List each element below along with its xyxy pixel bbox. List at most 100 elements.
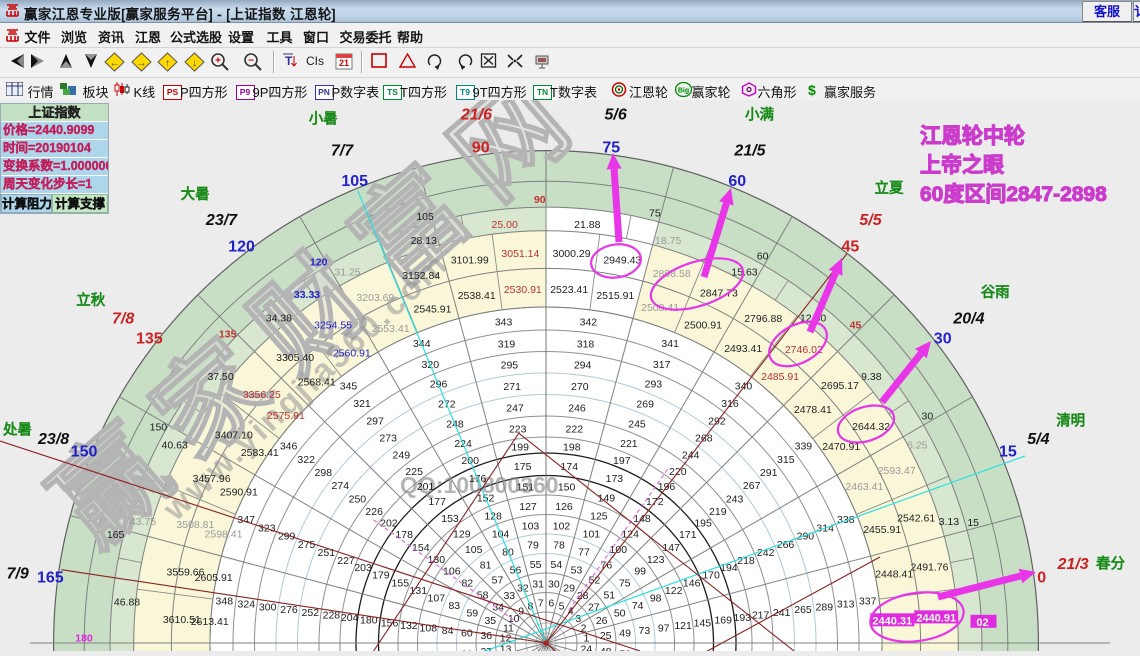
- svg-text:251: 251: [318, 547, 336, 559]
- svg-text:339: 339: [795, 441, 813, 453]
- svg-text:145: 145: [694, 617, 712, 629]
- svg-text:135: 135: [136, 331, 163, 348]
- svg-text:2605.91: 2605.91: [195, 572, 233, 584]
- svg-text:←: ←: [110, 58, 120, 69]
- svg-text:242: 242: [757, 547, 775, 559]
- svg-text:53: 53: [571, 564, 583, 576]
- svg-text:2448.41: 2448.41: [875, 569, 913, 581]
- svg-text:348: 348: [216, 596, 234, 608]
- svg-text:346: 346: [280, 441, 298, 453]
- svg-text:2898.58: 2898.58: [653, 268, 691, 280]
- svg-text:150: 150: [558, 482, 576, 494]
- svg-text:2500.91: 2500.91: [684, 320, 722, 332]
- svg-text:127: 127: [519, 501, 537, 513]
- svg-text:179: 179: [372, 570, 390, 582]
- svg-text:21: 21: [339, 58, 349, 68]
- svg-text:25.00: 25.00: [492, 219, 518, 231]
- svg-text:59: 59: [466, 608, 478, 620]
- svg-text:30: 30: [548, 578, 560, 590]
- svg-text:2493.41: 2493.41: [724, 343, 762, 355]
- svg-text:2455.91: 2455.91: [863, 524, 901, 536]
- svg-text:2575.91: 2575.91: [267, 410, 305, 422]
- svg-text:343: 343: [495, 316, 513, 328]
- svg-text:147: 147: [662, 542, 680, 554]
- svg-text:75: 75: [619, 578, 631, 590]
- svg-text:5/4: 5/4: [1027, 431, 1049, 448]
- svg-text:221: 221: [620, 438, 638, 450]
- svg-text:3: 3: [575, 613, 581, 625]
- svg-text:↑: ↑: [165, 58, 170, 69]
- svg-text:337: 337: [859, 596, 877, 608]
- svg-text:2515.91: 2515.91: [596, 290, 634, 302]
- svg-text:↓: ↓: [192, 58, 197, 69]
- svg-text:271: 271: [503, 381, 521, 393]
- svg-text:江恩轮中轮: 江恩轮中轮: [920, 124, 1025, 148]
- svg-text:46.88: 46.88: [114, 597, 140, 609]
- svg-text:0: 0: [1037, 570, 1046, 587]
- svg-text:6: 6: [548, 598, 554, 610]
- svg-text:274: 274: [332, 480, 350, 492]
- svg-text:203: 203: [354, 562, 372, 574]
- svg-text:6.25: 6.25: [907, 440, 928, 452]
- svg-text:3356.25: 3356.25: [243, 389, 281, 401]
- svg-text:243: 243: [726, 493, 744, 505]
- svg-text:291: 291: [760, 467, 778, 479]
- svg-text:322: 322: [297, 454, 315, 466]
- svg-text:28.13: 28.13: [411, 235, 437, 247]
- svg-text:120: 120: [228, 238, 255, 255]
- svg-text:2553.41: 2553.41: [372, 323, 410, 335]
- svg-text:26: 26: [596, 615, 608, 627]
- svg-text:250: 250: [349, 493, 367, 505]
- svg-text:3254.55: 3254.55: [314, 319, 352, 331]
- svg-text:225: 225: [405, 466, 423, 478]
- svg-text:31: 31: [532, 578, 544, 590]
- svg-text:123: 123: [647, 554, 665, 566]
- svg-text:295: 295: [501, 360, 519, 372]
- svg-text:立秋: 立秋: [76, 292, 105, 309]
- svg-text:150: 150: [150, 421, 168, 433]
- svg-text:7: 7: [538, 598, 544, 610]
- svg-text:106: 106: [443, 566, 461, 578]
- svg-text:2695.17: 2695.17: [821, 380, 859, 392]
- svg-text:9.38: 9.38: [861, 371, 882, 383]
- svg-text:23/8: 23/8: [37, 431, 69, 448]
- svg-text:60: 60: [461, 628, 473, 640]
- svg-text:谷雨: 谷雨: [981, 284, 1010, 301]
- svg-text:197: 197: [613, 455, 631, 467]
- svg-text:18.75: 18.75: [655, 235, 681, 247]
- svg-text:43.75: 43.75: [130, 516, 156, 528]
- svg-text:02: 02: [976, 617, 988, 629]
- svg-text:146: 146: [683, 578, 701, 590]
- svg-text:102: 102: [553, 520, 571, 532]
- svg-text:20/4: 20/4: [952, 311, 984, 328]
- svg-text:24: 24: [581, 643, 593, 651]
- svg-text:177: 177: [428, 496, 446, 508]
- svg-text:222: 222: [566, 423, 584, 435]
- svg-text:45: 45: [842, 238, 860, 255]
- svg-text:Big: Big: [677, 88, 688, 95]
- svg-text:3152.84: 3152.84: [402, 270, 440, 282]
- svg-text:75: 75: [602, 139, 620, 156]
- svg-text:265: 265: [794, 604, 812, 616]
- svg-text:3000.29: 3000.29: [553, 248, 591, 260]
- svg-text:298: 298: [315, 467, 333, 479]
- svg-text:120: 120: [310, 257, 328, 269]
- svg-text:81: 81: [480, 559, 492, 571]
- svg-text:275: 275: [298, 539, 316, 551]
- svg-text:大暑: 大暑: [181, 186, 210, 203]
- svg-text:15: 15: [999, 444, 1017, 461]
- svg-text:103: 103: [522, 520, 540, 532]
- svg-text:105: 105: [416, 211, 434, 223]
- svg-text:315: 315: [777, 454, 795, 466]
- svg-text:48: 48: [600, 646, 612, 651]
- svg-text:317: 317: [653, 359, 671, 371]
- svg-text:121: 121: [674, 620, 692, 632]
- svg-text:60: 60: [757, 250, 769, 262]
- svg-text:105: 105: [341, 173, 368, 190]
- svg-text:73: 73: [639, 625, 651, 637]
- svg-text:2463.41: 2463.41: [845, 481, 883, 493]
- svg-text:247: 247: [506, 402, 524, 414]
- svg-text:318: 318: [577, 338, 595, 350]
- svg-text:2485.91: 2485.91: [761, 371, 799, 383]
- svg-text:35: 35: [484, 615, 496, 627]
